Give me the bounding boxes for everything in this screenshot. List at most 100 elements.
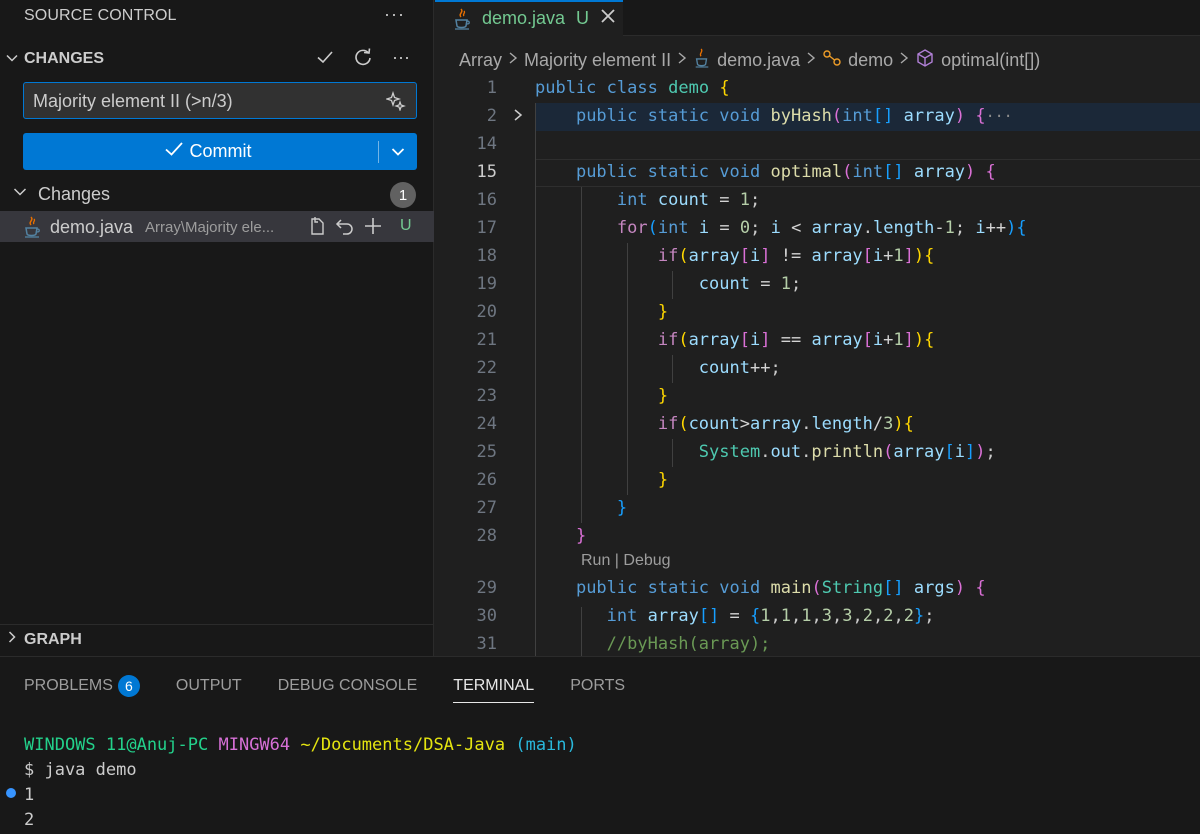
chevron-down-icon [12, 184, 28, 205]
code-line: 30 int array[] = {1,1,1,3,3,2,2,2}; [435, 603, 1200, 631]
tab-debug-console[interactable]: DEBUG CONSOLE [278, 671, 454, 701]
line-number: 20 [476, 302, 497, 322]
code-line: 17 for(int i = 0; i < array.length-1; i+… [435, 215, 1200, 243]
more-icon[interactable]: ··· [390, 46, 412, 68]
breadcrumb-method[interactable]: optimal(int[]) [941, 50, 1040, 71]
breadcrumb-folder-array[interactable]: Array [459, 50, 502, 71]
chevron-right-icon [0, 630, 24, 649]
class-icon [822, 49, 842, 72]
code-line: 19 count = 1; [435, 271, 1200, 299]
code-line: 18 if(array[i] != array[i+1]){ [435, 243, 1200, 271]
close-icon[interactable] [599, 7, 617, 30]
changes-group-label: Changes [38, 184, 111, 204]
tab-demo-java[interactable]: demo.java U [435, 0, 623, 36]
terminal-branch: (main) [515, 735, 577, 755]
changed-file-item[interactable]: demo.java Array\Majority ele... U [0, 211, 434, 242]
line-number: 1 [486, 78, 497, 98]
line-number: 24 [476, 414, 497, 434]
terminal-command: $ java demo [24, 760, 137, 780]
file-path: Array\Majority ele... [145, 219, 275, 236]
code-line: 20 } [435, 299, 1200, 327]
terminal-cwd: ~/Documents/DSA-Java [300, 735, 506, 755]
checkmark-icon [164, 140, 184, 163]
commit-button[interactable]: Commit [23, 133, 417, 170]
panel-tabs: PROBLEMS 6 OUTPUT DEBUG CONSOLE TERMINAL… [24, 671, 661, 703]
line-number: 21 [476, 330, 497, 350]
java-file-icon [452, 8, 472, 35]
code-line: 29 public static void main(String[] args… [435, 575, 1200, 603]
refresh-icon[interactable] [352, 46, 374, 68]
changes-section-header[interactable]: CHANGES ··· [0, 44, 434, 74]
stage-changes-icon[interactable] [362, 215, 384, 237]
line-number: 22 [476, 358, 497, 378]
line-number: 15 [476, 162, 497, 182]
line-number: 19 [476, 274, 497, 294]
code-line: 14 [435, 131, 1200, 159]
code-line: 2 public static void byHash(int[] array)… [435, 103, 1200, 131]
tab-problems[interactable]: PROBLEMS 6 [24, 671, 176, 701]
breadcrumb-file[interactable]: demo.java [717, 50, 800, 71]
tab-label: PROBLEMS [24, 677, 113, 694]
check-icon[interactable] [314, 46, 336, 68]
chevron-right-icon [508, 51, 518, 70]
source-control-sidebar: SOURCE CONTROL ··· CHANGES ··· Commit [0, 0, 434, 656]
chevron-down-icon [0, 51, 24, 68]
commit-message-box[interactable] [23, 82, 417, 119]
breadcrumb-folder-majority[interactable]: Majority element II [524, 50, 671, 71]
java-file-icon [693, 48, 711, 73]
code-area[interactable]: 1 public class demo { 2 public static vo… [435, 75, 1200, 656]
breadcrumb: Array Majority element II demo.java demo [459, 47, 1040, 73]
code-line: 22 count++; [435, 355, 1200, 383]
changes-section-label: CHANGES [24, 50, 105, 67]
graph-section-label: GRAPH [24, 630, 82, 648]
changes-group[interactable]: Changes 1 [0, 180, 434, 208]
terminal-output-line: 1 [24, 785, 35, 805]
terminal-output[interactable]: WINDOWS 11@Anuj-PC MINGW64 ~/Documents/D… [24, 733, 577, 833]
editor-tab-bar: demo.java U [435, 0, 1200, 36]
line-number: 14 [476, 134, 497, 154]
code-line: 31 //byHash(array); [435, 631, 1200, 659]
chevron-right-icon [677, 51, 687, 70]
problems-count-badge: 6 [117, 675, 140, 697]
tab-label: DEBUG CONSOLE [277, 677, 418, 694]
more-actions-icon[interactable]: ··· [384, 4, 405, 25]
commit-message-input[interactable] [33, 89, 373, 113]
run-debug-codelens[interactable]: Run | Debug [581, 552, 671, 570]
line-number: 2 [486, 106, 497, 126]
line-number: 18 [476, 246, 497, 266]
line-number: 26 [476, 470, 497, 490]
breadcrumb-class[interactable]: demo [848, 50, 893, 71]
open-file-icon[interactable] [306, 215, 328, 237]
tab-output[interactable]: OUTPUT [176, 671, 278, 701]
line-number: 28 [476, 526, 497, 546]
line-number: 31 [476, 634, 497, 654]
commit-dropdown-icon[interactable] [379, 144, 417, 160]
line-number: 16 [476, 190, 497, 210]
sparkle-icon[interactable] [384, 90, 406, 116]
chevron-right-icon [806, 51, 816, 70]
discard-changes-icon[interactable] [334, 215, 356, 237]
terminal-shell: MINGW64 [218, 735, 291, 755]
code-line: 16 int count = 1; [435, 187, 1200, 215]
chevron-right-icon[interactable] [511, 106, 525, 129]
code-line: 28 } [435, 523, 1200, 551]
code-line: 27 } [435, 495, 1200, 523]
bottom-panel: PROBLEMS 6 OUTPUT DEBUG CONSOLE TERMINAL… [0, 656, 1200, 834]
tab-terminal[interactable]: TERMINAL [453, 671, 570, 703]
tab-status: U [576, 8, 589, 28]
tab-ports[interactable]: PORTS [570, 671, 661, 701]
file-status-badge: U [400, 217, 412, 234]
line-number: 17 [476, 218, 497, 238]
file-name: demo.java [50, 217, 134, 237]
graph-section-header[interactable]: GRAPH [0, 624, 434, 654]
line-number: 30 [476, 606, 497, 626]
code-editor: demo.java U Array Majority element II de… [435, 0, 1200, 656]
code-line: 1 public class demo { [435, 75, 1200, 103]
code-line: 24 if(count>array.length/3){ [435, 411, 1200, 439]
command-status-dot-icon[interactable] [6, 788, 16, 798]
commit-label: Commit [189, 141, 252, 161]
tab-label: PORTS [570, 677, 626, 694]
code-line: 23 } [435, 383, 1200, 411]
code-line: 26 } [435, 467, 1200, 495]
sidebar-title: SOURCE CONTROL [24, 7, 177, 24]
